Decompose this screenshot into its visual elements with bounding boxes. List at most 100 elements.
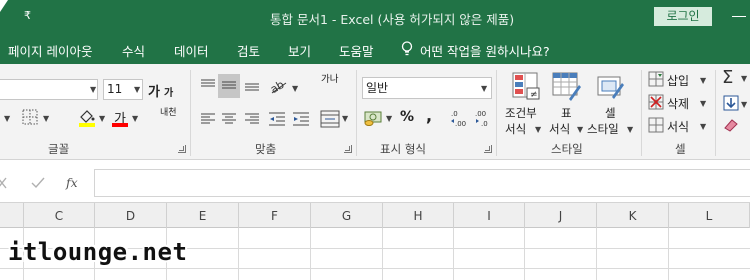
align-left-icon[interactable]: [200, 111, 216, 127]
cell-styles-label-1[interactable]: 셀: [605, 105, 616, 121]
column-header-k[interactable]: K: [597, 203, 669, 228]
decrease-decimal-icon[interactable]: .00 .0: [474, 108, 494, 128]
column-header-c[interactable]: C: [24, 203, 95, 228]
tell-me-search[interactable]: 어떤 작업을 원하시나요?: [420, 41, 550, 60]
clear-eraser-icon[interactable]: [723, 118, 739, 132]
gridline: [668, 228, 669, 280]
formula-input[interactable]: [94, 169, 750, 197]
group-separator: [190, 70, 191, 156]
column-header-e[interactable]: E: [167, 203, 239, 228]
percent-style-button[interactable]: %: [400, 109, 414, 125]
fill-color-icon[interactable]: [78, 108, 96, 128]
ribbon-gap: [0, 160, 750, 168]
tab-help[interactable]: 도움말: [339, 41, 374, 60]
svg-text:.00: .00: [475, 110, 486, 118]
insert-function-button[interactable]: fx: [66, 175, 78, 190]
alignment-group-label: 맞춤: [255, 142, 277, 156]
align-top-icon[interactable]: [200, 77, 216, 93]
login-button[interactable]: 로그인: [654, 7, 712, 26]
format-dropdown-icon[interactable]: ▼: [700, 122, 706, 131]
confirm-entry-icon[interactable]: [31, 177, 45, 189]
decrease-indent-icon[interactable]: [268, 110, 286, 128]
format-as-table-dropdown-icon[interactable]: ▼: [577, 125, 583, 134]
increase-indent-icon[interactable]: [292, 110, 310, 128]
orientation-dropdown-icon[interactable]: ▼: [292, 84, 298, 93]
align-right-icon[interactable]: [244, 111, 260, 127]
fill-dropdown-icon[interactable]: ▼: [741, 100, 747, 109]
tab-review[interactable]: 검토: [237, 41, 260, 60]
ribbon-home: ▼ 11 ▼ 가 가 ▼ ▼ ▼ 가 ▼ 내천 글꼴 ab ▼ 가나 ▼ 맞춤 …: [0, 64, 750, 160]
font-group-label: 글꼴: [48, 142, 70, 156]
svg-text:ab: ab: [268, 78, 286, 96]
tab-page-layout[interactable]: 페이지 레이아웃: [8, 41, 92, 60]
format-as-table-label-1[interactable]: 표: [561, 105, 572, 121]
align-bottom-icon[interactable]: [244, 77, 260, 93]
delete-cells-icon[interactable]: [648, 94, 664, 110]
underline-dropdown-icon[interactable]: ▼: [4, 114, 10, 123]
minimize-icon[interactable]: [732, 16, 746, 17]
merge-center-icon[interactable]: [320, 109, 340, 129]
column-header-i[interactable]: I: [454, 203, 525, 228]
font-size-dropdown-icon[interactable]: ▼: [134, 85, 140, 94]
cancel-entry-icon[interactable]: [0, 177, 7, 189]
conditional-formatting-label-1[interactable]: 조건부: [505, 105, 537, 121]
shrink-font-button[interactable]: 가: [164, 84, 173, 99]
delete-cells-label[interactable]: 삭제: [667, 95, 689, 112]
conditional-formatting-label-2[interactable]: 서식: [505, 121, 526, 137]
gridline: [382, 228, 383, 280]
column-header-partial[interactable]: [0, 203, 24, 228]
column-header-d[interactable]: D: [95, 203, 167, 228]
column-header-g[interactable]: G: [311, 203, 383, 228]
column-header-h[interactable]: H: [383, 203, 454, 228]
svg-text:.00: .00: [455, 120, 466, 128]
wrap-text-button[interactable]: 가나: [321, 75, 339, 85]
fill-color-dropdown-icon[interactable]: ▼: [99, 114, 105, 123]
conditional-formatting-icon[interactable]: ≠: [511, 71, 541, 101]
customize-qat-icon[interactable]: ₹: [24, 9, 31, 22]
fill-down-icon[interactable]: [723, 95, 739, 111]
cells-group-label: 셀: [675, 142, 686, 156]
format-as-table-icon[interactable]: [551, 71, 581, 101]
format-as-table-label-2[interactable]: 서식: [549, 121, 570, 137]
autosum-dropdown-icon[interactable]: ▼: [741, 74, 747, 83]
tab-formulas[interactable]: 수식: [122, 41, 145, 60]
tab-data[interactable]: 데이터: [174, 41, 209, 60]
cell-styles-icon[interactable]: [594, 71, 624, 101]
borders-icon[interactable]: [22, 109, 38, 125]
cell-styles-dropdown-icon[interactable]: ▼: [627, 125, 633, 134]
merge-dropdown-icon[interactable]: ▼: [342, 114, 348, 123]
conditional-formatting-dropdown-icon[interactable]: ▼: [535, 125, 541, 134]
font-name-box[interactable]: [0, 79, 98, 100]
insert-cells-label[interactable]: 삽입: [667, 72, 689, 89]
align-center-icon[interactable]: [221, 111, 237, 127]
number-dialog-launcher-icon[interactable]: [484, 145, 492, 153]
cell-styles-label-2[interactable]: 스타일: [587, 121, 619, 137]
autosum-button[interactable]: Σ: [722, 67, 733, 88]
font-name-dropdown-icon[interactable]: ▼: [90, 85, 96, 94]
column-header-f[interactable]: F: [239, 203, 311, 228]
number-format-dropdown-icon[interactable]: ▼: [481, 84, 487, 93]
insert-cells-icon[interactable]: [648, 71, 664, 87]
phonetic-guide-button[interactable]: 내천: [160, 108, 177, 118]
accounting-format-icon[interactable]: [364, 109, 384, 127]
format-cells-label[interactable]: 서식: [667, 118, 689, 135]
number-format-box[interactable]: 일반: [362, 77, 492, 99]
delete-dropdown-icon[interactable]: ▼: [700, 99, 706, 108]
increase-decimal-icon[interactable]: .0 .00: [450, 108, 470, 128]
gridline: [238, 228, 239, 280]
comma-style-button[interactable]: ,: [426, 106, 432, 125]
insert-dropdown-icon[interactable]: ▼: [700, 76, 706, 85]
accounting-dropdown-icon[interactable]: ▼: [386, 114, 392, 123]
gridline: [453, 228, 454, 280]
grow-font-button[interactable]: 가: [148, 81, 160, 100]
format-cells-icon[interactable]: [648, 117, 664, 133]
column-header-j[interactable]: J: [525, 203, 597, 228]
alignment-dialog-launcher-icon[interactable]: [344, 145, 352, 153]
align-middle-icon: [222, 81, 236, 89]
borders-dropdown-icon[interactable]: ▼: [43, 114, 49, 123]
column-header-l[interactable]: L: [669, 203, 750, 228]
tab-view[interactable]: 보기: [288, 41, 311, 60]
font-dialog-launcher-icon[interactable]: [178, 145, 186, 153]
orientation-icon[interactable]: ab: [268, 74, 290, 96]
font-color-dropdown-icon[interactable]: ▼: [132, 114, 138, 123]
